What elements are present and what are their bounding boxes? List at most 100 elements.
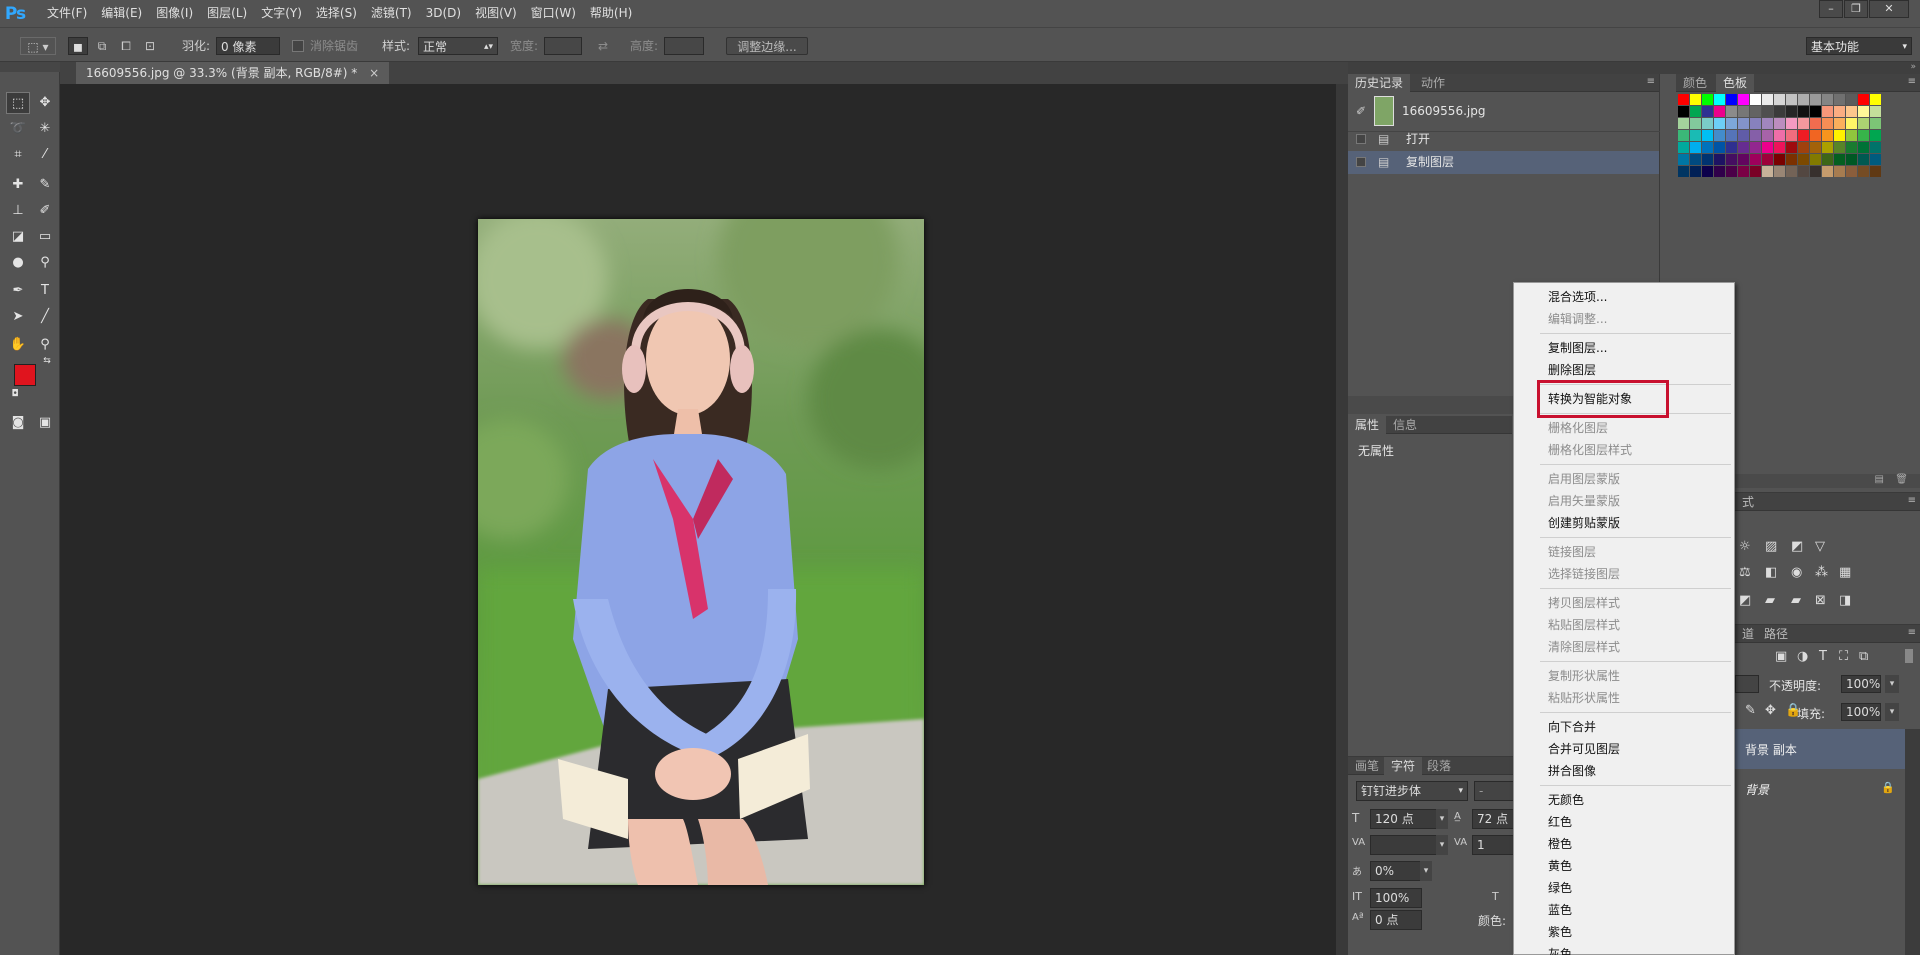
color-swatch[interactable] — [1678, 142, 1689, 153]
color-swatch[interactable] — [1690, 106, 1701, 117]
color-swatch[interactable] — [1822, 94, 1833, 105]
history-item[interactable]: ▤ 打开 — [1348, 128, 1659, 151]
menu-item[interactable]: 编辑(E) — [94, 0, 149, 27]
color-swatch[interactable] — [1678, 118, 1689, 129]
color-swatch[interactable] — [1858, 154, 1869, 165]
menu-item[interactable]: 选择(S) — [309, 0, 364, 27]
style-select[interactable]: 正常 ▴▾ — [418, 37, 498, 55]
color-swatch[interactable] — [1822, 106, 1833, 117]
menu-item[interactable]: 视图(V) — [468, 0, 524, 27]
context-menu-item[interactable]: 黄色 — [1514, 855, 1734, 877]
color-swatch[interactable] — [1714, 130, 1725, 141]
type-icon[interactable]: T — [33, 280, 57, 302]
color-swatch[interactable] — [1858, 118, 1869, 129]
color-swatch[interactable] — [1690, 154, 1701, 165]
color-swatch[interactable] — [1786, 106, 1797, 117]
color-lookup-icon[interactable]: ▦ — [1839, 565, 1851, 580]
close-tab-icon[interactable]: × — [369, 66, 379, 80]
trash-icon[interactable]: 🗑 — [1895, 474, 1908, 485]
color-swatch[interactable] — [1786, 118, 1797, 129]
color-swatch[interactable] — [1870, 130, 1881, 141]
color-swatch[interactable] — [1690, 94, 1701, 105]
line-icon[interactable]: ╱ — [33, 306, 57, 328]
color-swatch[interactable] — [1750, 166, 1761, 177]
color-swatch[interactable] — [1786, 154, 1797, 165]
subtract-selection-icon[interactable]: ⧠ — [116, 37, 136, 55]
color-swatch[interactable] — [1726, 118, 1737, 129]
color-swatch[interactable] — [1726, 106, 1737, 117]
document-canvas[interactable] — [478, 219, 924, 885]
color-swatch[interactable] — [1822, 118, 1833, 129]
height-input[interactable] — [664, 37, 704, 55]
layer-row[interactable]: 背景 🔒 — [1735, 769, 1905, 809]
rectangular-marquee-icon[interactable]: ⬚ — [6, 92, 30, 114]
panel-menu-icon[interactable]: ≡ — [1908, 76, 1916, 87]
color-swatch[interactable] — [1798, 166, 1809, 177]
filter-smart-icon[interactable]: ⧉ — [1859, 649, 1868, 664]
color-swatch[interactable] — [1834, 130, 1845, 141]
color-swatch[interactable] — [1678, 94, 1689, 105]
color-swatch[interactable] — [1822, 154, 1833, 165]
panel-menu-icon[interactable]: ≡ — [1908, 495, 1916, 506]
color-swatch[interactable] — [1810, 130, 1821, 141]
layers-scrollbar[interactable] — [1905, 729, 1920, 955]
color-swatch[interactable] — [1702, 106, 1713, 117]
new-selection-icon[interactable]: ◼ — [68, 37, 88, 55]
minimize-button[interactable]: – — [1819, 0, 1843, 18]
font-size-input[interactable]: 120 点 — [1370, 809, 1438, 829]
color-swatch[interactable] — [1786, 166, 1797, 177]
color-swatch[interactable] — [1762, 130, 1773, 141]
clone-stamp-icon[interactable]: ⊥ — [6, 200, 30, 222]
color-swatch[interactable] — [1870, 154, 1881, 165]
color-swatch[interactable] — [1786, 94, 1797, 105]
color-swatch[interactable] — [1834, 106, 1845, 117]
color-swatch[interactable] — [1690, 142, 1701, 153]
color-swatch[interactable] — [1846, 94, 1857, 105]
tab-paragraph[interactable]: 段落 — [1420, 757, 1458, 775]
screen-mode-icon[interactable]: ▣ — [33, 412, 57, 434]
foreground-color-swatch[interactable] — [14, 364, 36, 386]
color-swatch[interactable] — [1798, 130, 1809, 141]
color-swatch[interactable] — [1798, 154, 1809, 165]
color-swatch[interactable] — [1714, 154, 1725, 165]
healing-brush-icon[interactable]: ✚ — [6, 174, 30, 196]
color-swatch[interactable] — [1738, 154, 1749, 165]
quick-mask-icon[interactable]: ◙ — [6, 412, 30, 434]
color-swatch[interactable] — [1822, 142, 1833, 153]
brightness-icon[interactable]: ☼ — [1739, 539, 1751, 554]
chevron-down-icon[interactable]: ▾ — [1436, 809, 1448, 829]
dodge-icon[interactable]: ⚲ — [33, 252, 57, 274]
add-to-selection-icon[interactable]: ⧉ — [92, 37, 112, 55]
color-swatch[interactable] — [1858, 130, 1869, 141]
color-swatch[interactable] — [1846, 106, 1857, 117]
color-swatch[interactable] — [1750, 94, 1761, 105]
context-menu-item[interactable]: 复制图层... — [1514, 337, 1734, 359]
gradient-map-icon[interactable]: ▽ — [1815, 539, 1825, 554]
move-icon[interactable]: ✥ — [33, 92, 57, 114]
marquee-preset-picker[interactable]: ⬚ ▾ — [20, 37, 56, 55]
color-swatch[interactable] — [1762, 94, 1773, 105]
eraser-icon[interactable]: ◪ — [6, 226, 30, 248]
blend-mode-select[interactable] — [1735, 675, 1759, 693]
width-input[interactable] — [544, 37, 582, 55]
color-swatch[interactable] — [1774, 166, 1785, 177]
color-swatch[interactable] — [1870, 118, 1881, 129]
color-swatch[interactable] — [1738, 94, 1749, 105]
color-swatch[interactable] — [1690, 130, 1701, 141]
color-swatch[interactable] — [1726, 142, 1737, 153]
color-swatch[interactable] — [1678, 130, 1689, 141]
lock-pixels-icon[interactable]: ✎ — [1745, 703, 1756, 718]
lasso-icon[interactable]: ➰ — [6, 118, 30, 140]
color-swatch[interactable] — [1846, 166, 1857, 177]
layer-row-selected[interactable]: 背景 副本 — [1735, 729, 1905, 769]
black-white-icon[interactable]: ◧ — [1765, 565, 1777, 580]
color-swatch[interactable] — [1798, 118, 1809, 129]
color-swatch[interactable] — [1810, 106, 1821, 117]
color-swatch[interactable] — [1702, 130, 1713, 141]
hand-icon[interactable]: ✋ — [6, 334, 30, 356]
chevron-down-icon[interactable]: ▾ — [1436, 835, 1448, 855]
workspace-select[interactable]: 基本功能 ▾ — [1806, 37, 1912, 55]
threshold-icon[interactable]: ▰ — [1791, 593, 1801, 608]
intersect-selection-icon[interactable]: ⊡ — [140, 37, 160, 55]
chevron-down-icon[interactable]: ▾ — [1885, 675, 1899, 693]
